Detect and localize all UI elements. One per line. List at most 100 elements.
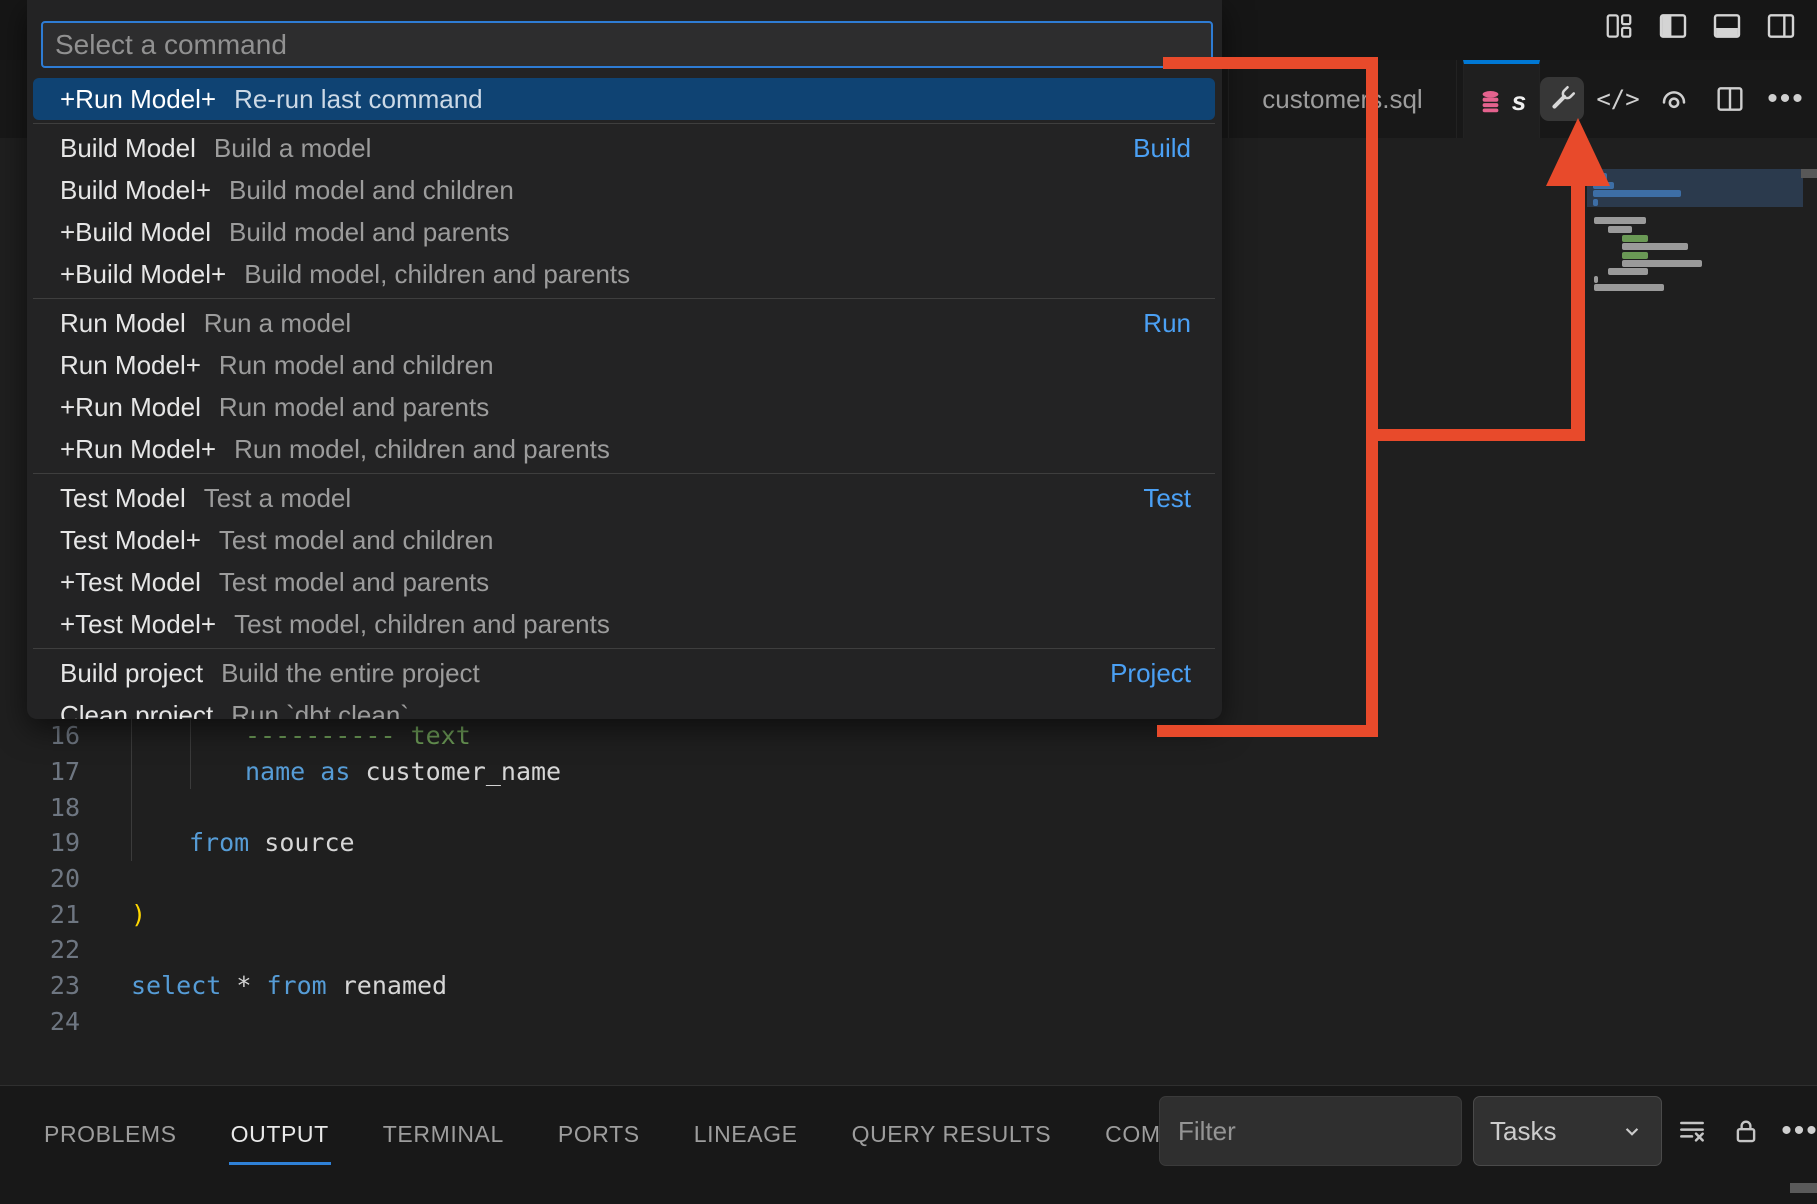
command-item-build-project[interactable]: Build project Build the entire projectPro… [33,652,1215,694]
command-label: Build project [60,658,203,689]
tab-active-file[interactable]: s [1463,60,1540,138]
panel-tab-problems[interactable]: PROBLEMS [42,1107,179,1165]
panel-tab-ports[interactable]: PORTS [556,1107,642,1165]
command-item--test-model-[interactable]: +Test Model+Test model, children and par… [33,603,1215,645]
line-number: 18 [0,793,80,822]
bottom-panel: PROBLEMS OUTPUT TERMINAL PORTS LINEAGE QUERY … [0,1085,1817,1204]
filter-input[interactable] [1159,1096,1462,1166]
panel-action-icons: ••• [1672,1096,1817,1166]
minimap[interactable] [1587,169,1803,429]
panel-tab-output[interactable]: OUTPUT [229,1107,331,1165]
command-description: Run `dbt clean` [231,700,1191,720]
minimap-line [1622,260,1702,267]
split-editor-icon[interactable] [1708,77,1752,121]
code-line-22[interactable]: 22 [0,932,1587,968]
code-line-19[interactable]: 19from source [0,825,1587,861]
minimap-line [1608,268,1648,275]
command-list-separator [33,645,1215,652]
toggle-panel-icon[interactable] [1711,10,1743,42]
toggle-sidebar-right-icon[interactable] [1765,10,1797,42]
code-line-21[interactable]: 21) [0,896,1587,932]
annotation-arrow-shaft [1571,182,1585,441]
line-number: 24 [0,1007,80,1036]
command-description: Build model and parents [229,217,1191,248]
code-line-17[interactable]: 17name as customer_name [0,754,1587,790]
preview-icon[interactable] [1652,77,1696,121]
command-description: Re-run last command [234,84,1191,115]
command-label: Build Model+ [60,175,211,206]
customize-layout-icon[interactable] [1603,10,1635,42]
command-list-separator [33,120,1215,127]
panel-tab-lineage[interactable]: LINEAGE [692,1107,800,1165]
command-palette: +Run Model+ Re-run last command Build Mode… [27,0,1222,719]
code-icon[interactable]: </> [1596,77,1640,121]
minimap-line [1622,235,1648,242]
command-label: +Run Model+ [60,434,216,465]
minimap-line [1594,217,1646,224]
lock-icon[interactable] [1726,1111,1766,1151]
command-item--build-model[interactable]: +Build Model Build model and parents [33,211,1215,253]
command-label: +Test Model [60,567,201,598]
command-item--build-model-[interactable]: +Build Model+Build model, children and p… [33,253,1215,295]
line-number: 20 [0,864,80,893]
command-description: Build model and children [229,175,1191,206]
toggle-sidebar-left-icon[interactable] [1657,10,1689,42]
code-text: ---------- text [245,721,471,750]
command-description: Run a model [204,308,1144,339]
code-text: select * from renamed [131,971,447,1000]
line-number: 22 [0,935,80,964]
more-icon[interactable]: ••• [1780,1111,1817,1151]
command-description: Run model, children and parents [234,434,1191,465]
command-item-run-model-[interactable]: Run Model+Run model and children [33,344,1215,386]
minimap-viewport[interactable] [1587,169,1803,207]
command-group-link[interactable]: Run [1143,308,1191,339]
command-item--run-model-[interactable]: +Run Model+ Run model, children and paren… [33,428,1215,470]
command-label: +Build Model+ [60,259,226,290]
command-item--run-model[interactable]: +Run ModelRun model and parents [33,386,1215,428]
code-line-20[interactable]: 20 [0,861,1587,897]
command-label: Run Model+ [60,350,201,381]
command-label: +Test Model+ [60,609,216,640]
command-item-build-model[interactable]: Build ModelBuild a modelBuild [33,127,1215,169]
annotation-arrow-connector-segment [1372,429,1585,441]
command-description: Build the entire project [221,658,1110,689]
tab-customers-sql[interactable]: customers.sql [1228,60,1457,138]
minimap-line [1593,199,1598,206]
more-actions-icon[interactable]: ••• [1764,77,1808,121]
command-item-build-model-[interactable]: Build Model+ Build model and children [33,169,1215,211]
command-group-link[interactable]: Build [1133,133,1191,164]
command-item-test-model-[interactable]: Test Model+Test model and children [33,519,1215,561]
code-text: ) [131,900,146,929]
annotation-arrow-vertical-segment [1366,57,1378,737]
line-number: 21 [0,900,80,929]
minimap-line [1622,243,1688,250]
tasks-dropdown-value: Tasks [1490,1116,1556,1147]
clear-output-icon[interactable] [1672,1111,1712,1151]
panel-tab-query-results[interactable]: QUERY RESULTS [850,1107,1054,1165]
command-item-test-model[interactable]: Test ModelTest a modelTest [33,477,1215,519]
command-group-link[interactable]: Project [1110,658,1191,689]
code-line-23[interactable]: 23select * from renamed [0,968,1587,1004]
code-line-18[interactable]: 18 [0,789,1587,825]
line-number: 17 [0,757,80,786]
wrench-icon[interactable] [1540,77,1584,121]
window-layout-controls [1603,10,1797,42]
command-group-link[interactable]: Test [1143,483,1191,514]
command-label: +Run Model+ [60,84,216,115]
command-label: +Build Model [60,217,211,248]
editor-scrollbar[interactable] [1801,169,1817,178]
annotation-arrowhead [1546,118,1610,186]
tasks-dropdown[interactable]: Tasks [1473,1096,1662,1166]
command-item-run-model[interactable]: Run ModelRun a modelRun [33,302,1215,344]
tab-label: s [1512,86,1526,117]
command-item--test-model[interactable]: +Test ModelTest model and parents [33,561,1215,603]
minimap-line [1608,226,1632,233]
panel-scrollbar[interactable] [1790,1183,1817,1193]
command-item--run-model-[interactable]: +Run Model+ Re-run last command [33,78,1215,120]
code-area[interactable]: 16---------- text17name as customer_name… [0,718,1587,1039]
command-item-clean-project[interactable]: Clean projectRun `dbt clean` [33,694,1215,719]
code-line-24[interactable]: 24 [0,1004,1587,1040]
panel-tab-terminal[interactable]: TERMINAL [381,1107,506,1165]
command-input[interactable] [41,21,1213,68]
command-list-separator [33,470,1215,477]
